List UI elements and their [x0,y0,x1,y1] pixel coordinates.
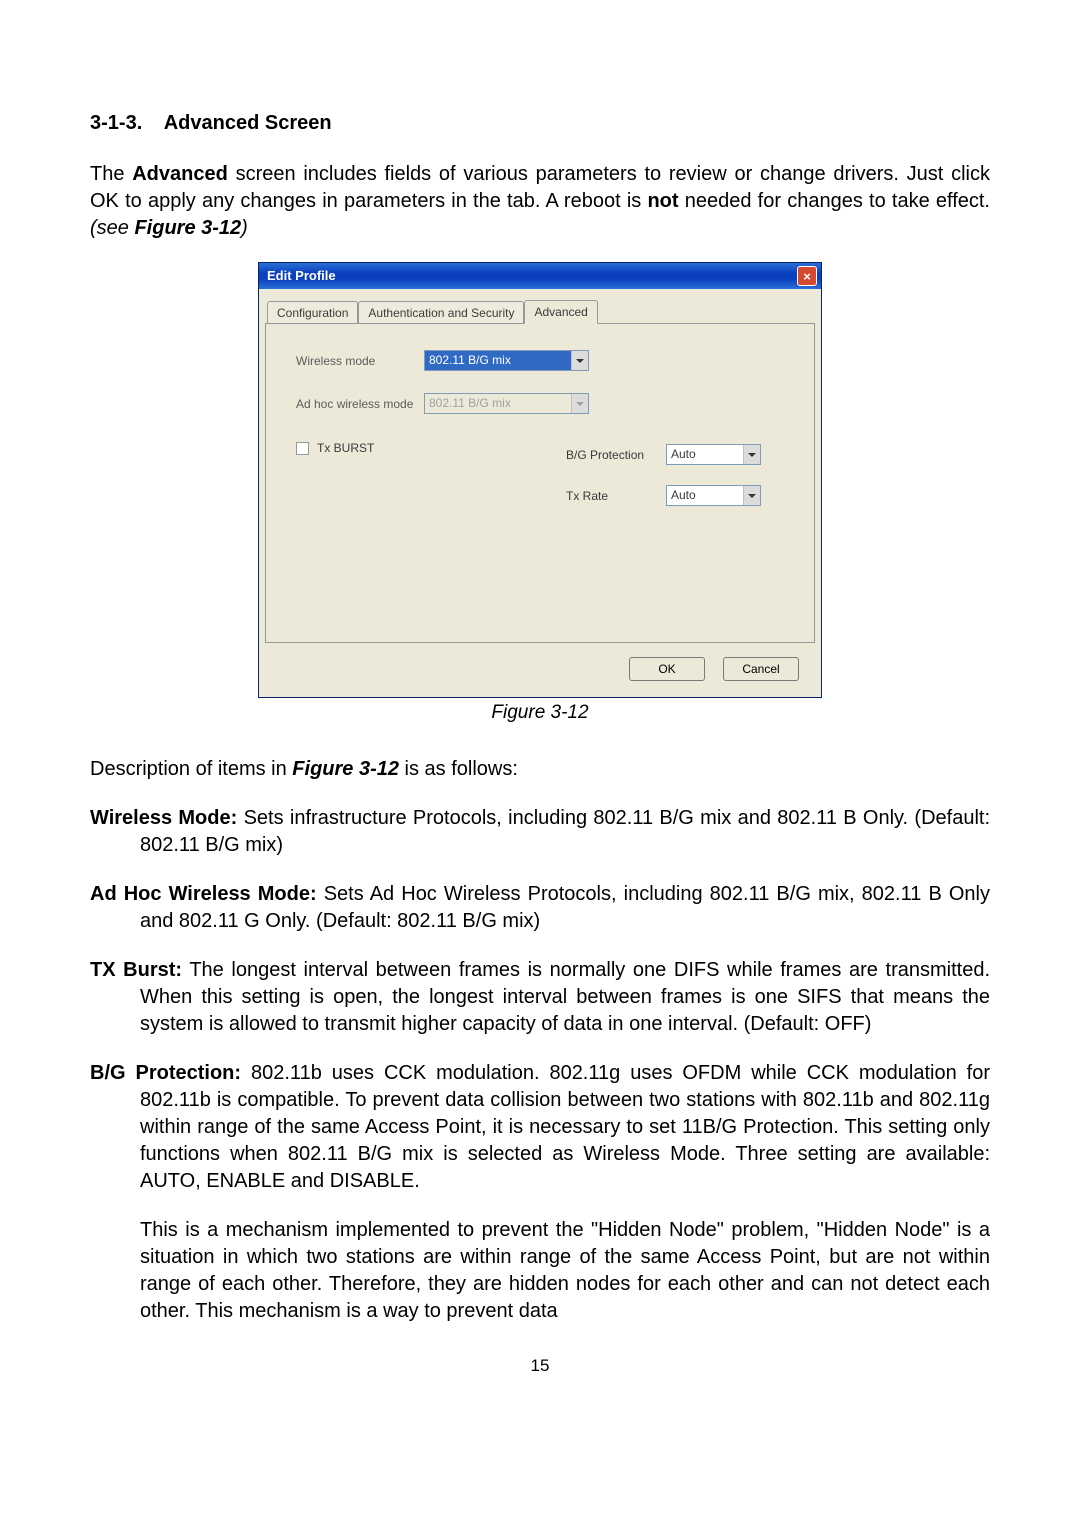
item-tx-burst: TX Burst: The longest interval between f… [90,957,990,1038]
adhoc-mode-dropdown: 802.11 B/G mix [424,393,589,414]
section-heading: 3-1-3. Advanced Screen [90,110,990,137]
bg-protection-label: B/G Protection [566,447,666,463]
figure-caption: Figure 3-12 [90,700,990,726]
tab-configuration[interactable]: Configuration [267,301,358,324]
bg-protection-value: Auto [667,445,743,464]
tx-rate-value: Auto [667,486,743,505]
dialog-title: Edit Profile [267,267,336,285]
wireless-mode-value: 802.11 B/G mix [425,351,571,370]
wireless-mode-dropdown[interactable]: 802.11 B/G mix [424,350,589,371]
txburst-checkbox[interactable] [296,442,309,455]
chevron-down-icon[interactable] [743,445,760,464]
wireless-mode-label: Wireless mode [296,353,424,369]
item-adhoc-mode: Ad Hoc Wireless Mode: Sets Ad Hoc Wirele… [90,881,990,935]
tx-rate-dropdown[interactable]: Auto [666,485,761,506]
bg-protection-dropdown[interactable]: Auto [666,444,761,465]
item-wireless-mode: Wireless Mode: Sets infrastructure Proto… [90,805,990,859]
ok-button[interactable]: OK [629,657,705,681]
close-icon: × [803,270,811,283]
section-title: Advanced Screen [164,112,332,134]
description-lead: Description of items in Figure 3-12 is a… [90,756,990,783]
close-button[interactable]: × [797,266,817,286]
adhoc-mode-value: 802.11 B/G mix [425,394,571,413]
cancel-button[interactable]: Cancel [723,657,799,681]
tab-strip: Configuration Authentication and Securit… [267,299,815,323]
item-bg-protection: B/G Protection: 802.11b uses CCK modulat… [90,1060,990,1325]
dialog-titlebar: Edit Profile × [259,263,821,289]
chevron-down-icon[interactable] [571,351,588,370]
advanced-tab-panel: Wireless mode 802.11 B/G mix Ad hoc wire… [265,323,815,643]
adhoc-mode-label: Ad hoc wireless mode [296,396,424,412]
txburst-label: Tx BURST [317,440,374,456]
tab-authentication-security[interactable]: Authentication and Security [358,301,524,324]
page-number: 15 [90,1355,990,1378]
chevron-down-icon [571,394,588,413]
section-number: 3-1-3. [90,112,142,134]
tab-advanced[interactable]: Advanced [524,300,597,324]
tx-rate-label: Tx Rate [566,488,666,504]
intro-paragraph: The Advanced screen includes fields of v… [90,161,990,242]
edit-profile-dialog: Edit Profile × Configuration Authenticat… [258,262,822,698]
chevron-down-icon[interactable] [743,486,760,505]
